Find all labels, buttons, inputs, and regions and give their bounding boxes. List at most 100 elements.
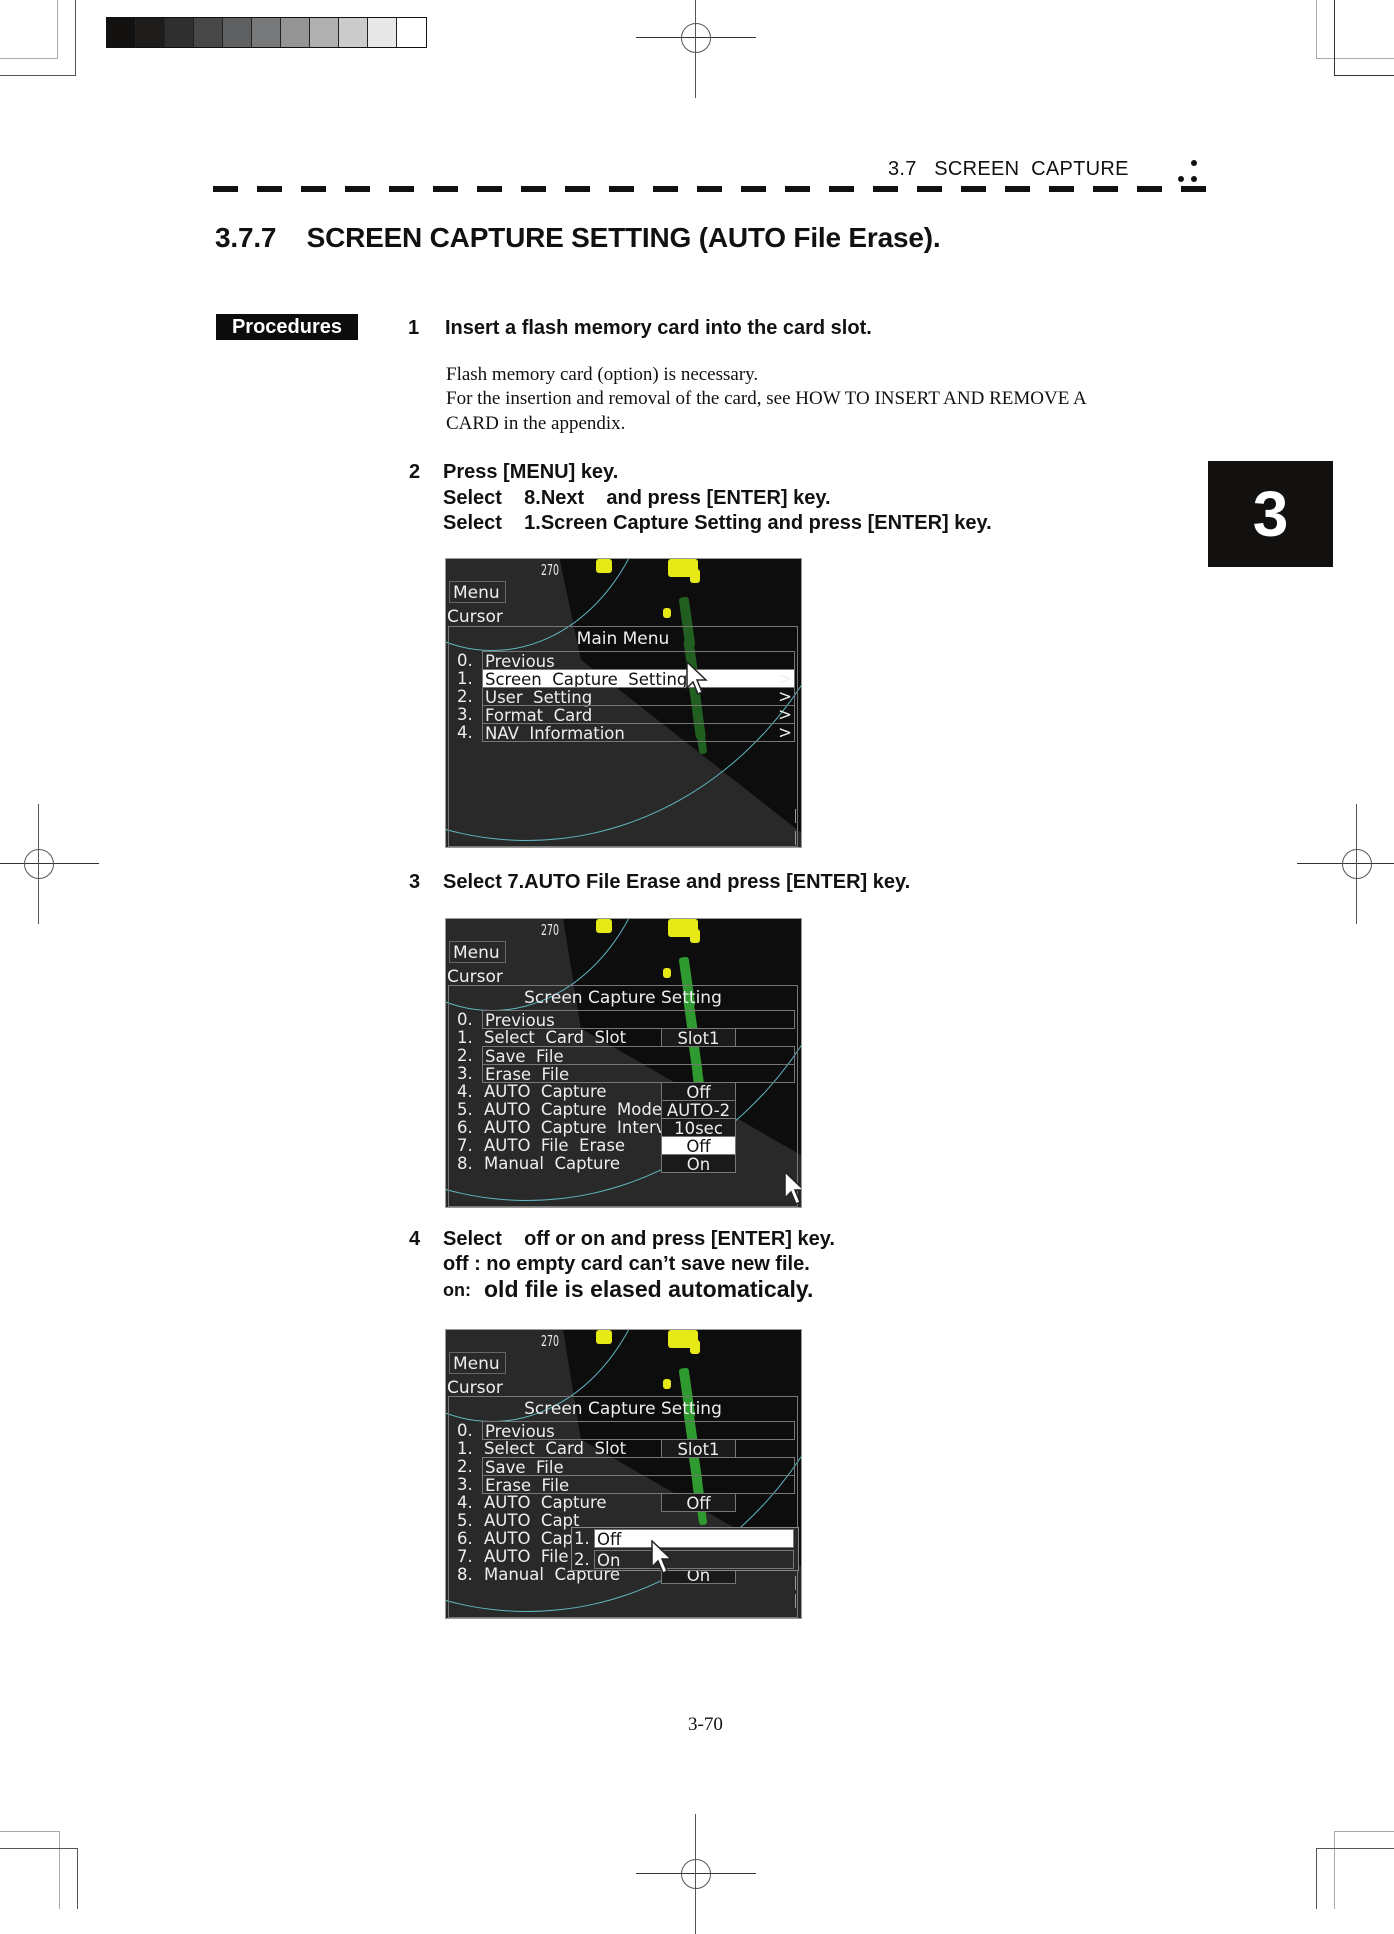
rule-dash <box>565 186 590 192</box>
menu-item[interactable]: 3. Erase File <box>451 1475 795 1495</box>
menu-item[interactable]: 4. AUTO Capture <box>451 1493 795 1513</box>
main-menu-panel: Main Menu 0. Previous 1. Screen Capture Sett… <box>448 626 798 847</box>
screenshot-main-menu: 270 Menu Cursor Main Menu 0. Previous 1. Screen… <box>445 558 802 848</box>
menu-item-number: 7. <box>457 1136 473 1155</box>
edge-marker <box>795 1576 801 1590</box>
menu-item[interactable]: 2. Save File <box>451 1046 795 1066</box>
popup-option-number: 1. <box>574 1529 590 1548</box>
menu-button[interactable]: Menu <box>449 581 506 603</box>
setting-value[interactable]: Off <box>661 1082 736 1102</box>
section-title: 3.7.7 SCREEN CAPTURE SETTING (AUTO File … <box>215 222 941 253</box>
menu-item[interactable]: 2. User Setting > <box>451 687 795 707</box>
capture-setting-panel: Screen Capture Setting 0. Previous 1. Select… <box>448 1396 798 1618</box>
edge-marker <box>795 809 801 823</box>
option-popup: 1. Off 2. On <box>571 1527 799 1571</box>
menu-item[interactable]: 3. Erase File <box>451 1064 795 1084</box>
setting-value[interactable]: AUTO-2 <box>661 1100 736 1120</box>
menu-item-number: 4. <box>457 723 473 742</box>
rule-dash <box>433 186 458 192</box>
menu-item[interactable]: 7. AUTO File Erase <box>451 1136 795 1156</box>
mouse-pointer-icon <box>686 660 708 696</box>
menu-item-number: 0. <box>457 651 473 670</box>
step-1-number: 1 <box>408 317 420 339</box>
rule-dash <box>873 186 898 192</box>
menu-item[interactable]: 0. Previous <box>451 1010 795 1030</box>
cursor-label: Cursor <box>447 607 503 627</box>
menu-item[interactable]: 0. Previous <box>451 651 795 671</box>
rule-dash <box>301 186 326 192</box>
menu-item-number: 2. <box>457 1046 473 1065</box>
menu-button[interactable]: Menu <box>449 941 506 963</box>
menu-item-number: 4. <box>457 1493 473 1512</box>
menu-item-label: Manual Capture <box>484 1154 621 1173</box>
menu-item-label: Previous <box>482 1010 795 1030</box>
edge-marker <box>795 831 801 845</box>
rule-dash <box>1005 186 1030 192</box>
setting-value[interactable]: Slot1 <box>661 1439 736 1459</box>
menu-item-label: Previous <box>482 1421 795 1441</box>
page-number: 3-70 <box>688 1714 723 1735</box>
grayscale-calibration-strip <box>106 17 427 48</box>
step-2-line-1: Press [MENU] key. <box>443 461 619 483</box>
menu-item-number: 1. <box>457 1439 473 1458</box>
echo-yellow <box>690 1340 700 1354</box>
menu-item[interactable]: 5. AUTO Capture Mode <box>451 1100 795 1120</box>
menu-item-number: 1. <box>457 1028 473 1047</box>
menu-item[interactable]: 4. AUTO Capture <box>451 1082 795 1102</box>
menu-button[interactable]: Menu <box>449 1352 506 1374</box>
menu-item[interactable]: 1. Select Card Slot <box>451 1028 795 1048</box>
menu-item[interactable]: 6. AUTO Capture Interval <box>451 1118 795 1138</box>
registration-mark-right <box>1297 804 1394 924</box>
procedures-badge: Procedures <box>216 314 358 340</box>
menu-item[interactable]: 8. Manual Capture <box>451 1154 795 1174</box>
menu-item-number: 8. <box>457 1154 473 1173</box>
rule-dash <box>917 186 942 192</box>
cursor-label: Cursor <box>447 967 503 987</box>
setting-value[interactable]: On <box>661 1154 736 1174</box>
menu-item-number: 6. <box>457 1118 473 1137</box>
menu-item[interactable]: 2. Save File <box>451 1457 795 1477</box>
step-4-line-2: off : no empty card can’t save new file. <box>443 1253 810 1275</box>
rule-dash <box>741 186 766 192</box>
step-4-on-prefix: on: <box>443 1280 471 1300</box>
menu-item-number: 5. <box>457 1511 473 1530</box>
step-2-line-3: Select 1.Screen Capture Setting and pres… <box>443 512 992 534</box>
menu-item[interactable]: 0. Previous <box>451 1421 795 1441</box>
menu-item[interactable]: 1. Screen Capture Setting > <box>451 669 795 689</box>
step-1-note-3: CARD in the appendix. <box>446 413 626 434</box>
rule-dash <box>257 186 282 192</box>
menu-item-label: User Setting <box>482 687 795 707</box>
menu-item-label: Format Card <box>482 705 795 725</box>
running-head: 3.7 SCREEN CAPTURE <box>888 158 1129 180</box>
menu-item-label: AUTO Capture <box>484 1082 607 1101</box>
menu-item-number: 7. <box>457 1547 473 1566</box>
menu-item-label: Select Card Slot <box>484 1028 627 1047</box>
bearing-label: 270 <box>541 921 560 939</box>
echo-yellow <box>690 929 700 943</box>
registration-mark-top <box>636 0 756 98</box>
rule-dash <box>1137 186 1162 192</box>
menu-item-number: 5. <box>457 1100 473 1119</box>
setting-value[interactable]: 10sec <box>661 1118 736 1138</box>
chapter-tab: 3 <box>1208 461 1333 567</box>
menu-item-label: AUTO Capture Mode <box>484 1100 662 1119</box>
rule-dash <box>785 186 810 192</box>
menu-item-number: 2. <box>457 687 473 706</box>
menu-item[interactable]: 3. Format Card > <box>451 705 795 725</box>
step-3-text: Select 7.AUTO File Erase and press [ENTE… <box>443 871 911 893</box>
cursor-label: Cursor <box>447 1378 503 1398</box>
menu-item-label: AUTO Capt <box>484 1529 580 1548</box>
setting-value[interactable]: Off <box>661 1136 736 1156</box>
rule-dash <box>1093 186 1118 192</box>
chevron-right-icon: > <box>778 705 792 724</box>
setting-value[interactable]: Off <box>661 1493 736 1513</box>
menu-item[interactable]: 4. NAV Information > <box>451 723 795 743</box>
step-1-text: Insert a flash memory card into the card… <box>445 317 872 339</box>
echo-yellow <box>663 608 671 618</box>
rule-dash <box>213 186 238 192</box>
menu-item-number: 2. <box>457 1457 473 1476</box>
rule-dash <box>477 186 502 192</box>
menu-item[interactable]: 1. Select Card Slot <box>451 1439 795 1459</box>
setting-value[interactable]: Slot1 <box>661 1028 736 1048</box>
menu-item-label: Save File <box>482 1457 795 1477</box>
